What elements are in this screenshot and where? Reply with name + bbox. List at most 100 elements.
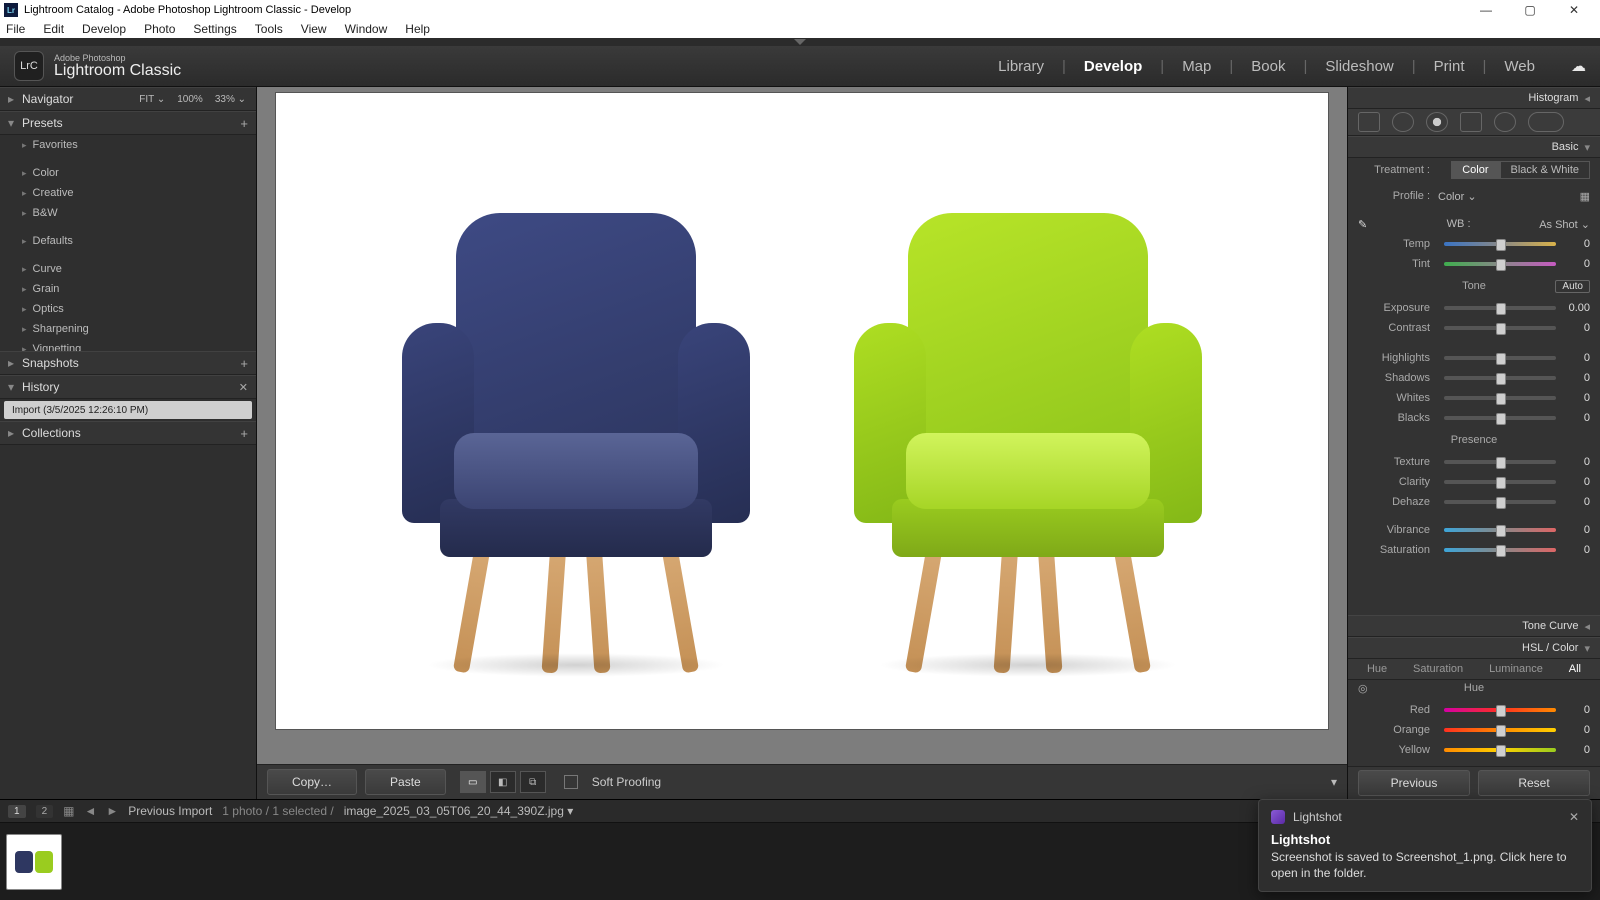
preset-optics[interactable]: Optics (0, 299, 256, 319)
saturation-slider[interactable] (1444, 548, 1556, 552)
contrast-value[interactable]: 0 (1562, 322, 1590, 334)
menu-view[interactable]: View (299, 21, 329, 37)
redeye-tool-icon[interactable] (1426, 112, 1448, 132)
auto-tone-button[interactable]: Auto (1555, 280, 1590, 293)
tint-value[interactable]: 0 (1562, 258, 1590, 270)
presets-add-icon[interactable]: + (240, 116, 248, 131)
source-label[interactable]: Previous Import (128, 804, 212, 818)
treatment-color[interactable]: Color (1451, 161, 1499, 179)
blacks-slider[interactable] (1444, 416, 1556, 420)
highlights-slider[interactable] (1444, 356, 1556, 360)
close-button[interactable]: ✕ (1552, 0, 1596, 20)
treatment-bw[interactable]: Black & White (1500, 161, 1590, 179)
preset-color[interactable]: Color (0, 163, 256, 183)
before-after-tb-icon[interactable]: ⧉ (520, 771, 546, 793)
history-item-import[interactable]: Import (3/5/2025 12:26:10 PM) (4, 401, 252, 419)
dehaze-value[interactable]: 0 (1562, 496, 1590, 508)
preset-creative[interactable]: Creative (0, 183, 256, 203)
brush-tool-icon[interactable] (1528, 112, 1564, 132)
zoom-fit[interactable]: FIT ⌄ (137, 94, 167, 105)
blacks-value[interactable]: 0 (1562, 412, 1590, 424)
tat-icon[interactable]: ◎ (1358, 682, 1368, 695)
grid-icon[interactable]: ▦ (63, 804, 74, 818)
preset-curve[interactable]: Curve (0, 259, 256, 279)
toolbar-menu-icon[interactable]: ▾ (1331, 775, 1337, 789)
snapshots-add-icon[interactable]: + (240, 356, 248, 371)
exposure-slider[interactable] (1444, 306, 1556, 310)
menu-edit[interactable]: Edit (41, 21, 66, 37)
temp-value[interactable]: 0 (1562, 238, 1590, 250)
preset-bw[interactable]: B&W (0, 203, 256, 223)
histogram-header[interactable]: Histogram◂ (1348, 87, 1600, 109)
nav-back-icon[interactable]: ◄ (84, 804, 96, 818)
menu-window[interactable]: Window (343, 21, 390, 37)
top-panel-grip[interactable] (0, 38, 1600, 46)
maximize-button[interactable]: ▢ (1508, 0, 1552, 20)
menu-develop[interactable]: Develop (80, 21, 128, 37)
tint-slider[interactable] (1444, 262, 1556, 266)
previous-button[interactable]: Previous (1358, 770, 1470, 796)
presets-header[interactable]: ▾Presets + (0, 111, 256, 135)
menu-tools[interactable]: Tools (253, 21, 285, 37)
before-after-lr-icon[interactable]: ◧ (490, 771, 516, 793)
whites-value[interactable]: 0 (1562, 392, 1590, 404)
copy-button[interactable]: Copy… (267, 769, 357, 795)
collections-header[interactable]: ▸Collections + (0, 421, 256, 445)
filmstrip-thumb-1[interactable] (6, 834, 62, 890)
menu-photo[interactable]: Photo (142, 21, 177, 37)
basic-header[interactable]: Basic▾ (1348, 136, 1600, 158)
zoom-100[interactable]: 100% (175, 94, 205, 105)
whites-slider[interactable] (1444, 396, 1556, 400)
tone-curve-header[interactable]: Tone Curve◂ (1348, 615, 1600, 637)
hue-yellow-slider[interactable] (1444, 748, 1556, 752)
menu-settings[interactable]: Settings (191, 21, 238, 37)
hsl-header[interactable]: HSL / Color▾ (1348, 637, 1600, 659)
preset-vignetting[interactable]: Vignetting (0, 339, 256, 351)
menu-help[interactable]: Help (403, 21, 432, 37)
module-map[interactable]: Map (1182, 58, 1211, 75)
profile-dropdown[interactable]: Color ⌄ (1438, 190, 1477, 203)
menu-file[interactable]: File (4, 21, 27, 37)
cloud-sync-icon[interactable]: ☁ (1571, 57, 1586, 75)
monitor-2[interactable]: 2 (36, 805, 54, 818)
module-book[interactable]: Book (1251, 58, 1285, 75)
lightshot-toast[interactable]: Lightshot ✕ Lightshot Screenshot is save… (1258, 799, 1592, 892)
preset-favorites[interactable]: Favorites (0, 135, 256, 155)
history-header[interactable]: ▾History ✕ (0, 375, 256, 399)
history-clear-icon[interactable]: ✕ (239, 381, 248, 394)
paste-button[interactable]: Paste (365, 769, 446, 795)
toast-close-icon[interactable]: ✕ (1569, 810, 1579, 824)
hsl-tab-lum[interactable]: Luminance (1489, 663, 1543, 675)
shadows-slider[interactable] (1444, 376, 1556, 380)
hue-orange-value[interactable]: 0 (1562, 724, 1590, 736)
navigator-header[interactable]: ▸Navigator FIT ⌄ 100% 33% ⌄ (0, 87, 256, 111)
loupe-view-icon[interactable]: ▭ (460, 771, 486, 793)
image-canvas[interactable] (276, 93, 1328, 729)
module-slideshow[interactable]: Slideshow (1325, 58, 1393, 75)
reset-button[interactable]: Reset (1478, 770, 1590, 796)
saturation-value[interactable]: 0 (1562, 544, 1590, 556)
radial-tool-icon[interactable] (1494, 112, 1516, 132)
hsl-tab-hue[interactable]: Hue (1367, 663, 1387, 675)
texture-slider[interactable] (1444, 460, 1556, 464)
texture-value[interactable]: 0 (1562, 456, 1590, 468)
filename-label[interactable]: image_2025_03_05T06_20_44_390Z.jpg ▾ (344, 804, 574, 818)
soft-proof-checkbox[interactable] (564, 775, 578, 789)
preset-grain[interactable]: Grain (0, 279, 256, 299)
wb-eyedropper-icon[interactable]: ✎ (1358, 218, 1378, 231)
wb-dropdown[interactable]: As Shot ⌄ (1539, 218, 1590, 231)
hsl-tab-all[interactable]: All (1569, 663, 1581, 675)
preset-sharpening[interactable]: Sharpening (0, 319, 256, 339)
shadows-value[interactable]: 0 (1562, 372, 1590, 384)
dehaze-slider[interactable] (1444, 500, 1556, 504)
minimize-button[interactable]: — (1464, 0, 1508, 20)
crop-tool-icon[interactable] (1358, 112, 1380, 132)
hue-yellow-value[interactable]: 0 (1562, 744, 1590, 756)
vibrance-slider[interactable] (1444, 528, 1556, 532)
vibrance-value[interactable]: 0 (1562, 524, 1590, 536)
hue-orange-slider[interactable] (1444, 728, 1556, 732)
clarity-slider[interactable] (1444, 480, 1556, 484)
hsl-tab-sat[interactable]: Saturation (1413, 663, 1463, 675)
profile-browser-icon[interactable]: ▦ (1580, 190, 1590, 203)
highlights-value[interactable]: 0 (1562, 352, 1590, 364)
